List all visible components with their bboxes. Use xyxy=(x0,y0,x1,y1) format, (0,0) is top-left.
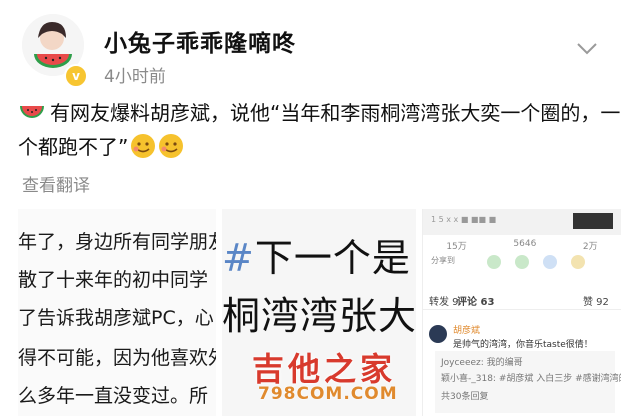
commenter-avatar xyxy=(429,325,447,343)
image-headline-2: 桐湾湾张大 xyxy=(222,294,416,338)
tab-like: 赞 92 xyxy=(583,297,609,308)
watermelon-emoji-icon xyxy=(20,106,44,118)
post-image-1[interactable]: 年了，身边所有同学朋友 散了十来年的初中同学 了告诉我胡彦斌PC，心 得不可能，… xyxy=(18,209,216,416)
share-label: 分享到 xyxy=(431,256,455,265)
commenter-name: 胡彦斌 xyxy=(453,326,481,336)
share-icons: 分享到 xyxy=(423,253,621,273)
post-time: 4小时前 xyxy=(104,67,166,87)
image-headline-1-text: 下一个是 xyxy=(254,236,411,280)
image-text-line: 么多年一直没变过。所 xyxy=(18,385,209,407)
comment-count: 5646 xyxy=(513,239,537,249)
wechat-icon xyxy=(487,255,501,269)
screenshot-stats: 15万 5646 2万 xyxy=(423,239,621,252)
username[interactable]: 小兔子乖乖隆嘀咚 xyxy=(104,24,296,58)
repost-count: 15万 xyxy=(446,242,467,252)
screenshot-logo xyxy=(573,213,613,229)
comment-text: 是帅气的湾湾，你音乐taste很倩！ xyxy=(453,340,593,350)
reply-box: Joyceeez: 我的编哥 颖小喜-_318: #胡彦斌 入白三步 #感谢湾湾… xyxy=(435,351,621,413)
grinning-emoji-icon xyxy=(131,134,156,158)
tab-comment: 评论 63 xyxy=(457,297,495,308)
image-text-line: 散了十来年的初中同学 xyxy=(18,269,209,291)
reply-line: Joyceeez: 我的编哥 xyxy=(441,358,523,368)
watermark-url: 798COM.COM xyxy=(258,384,398,404)
verified-badge-icon: v xyxy=(64,64,88,88)
translate-link[interactable]: 查看翻译 xyxy=(22,171,90,196)
qzone-icon xyxy=(571,255,585,269)
screenshot-tabs: 转发 9 评论 63 赞 92 xyxy=(423,289,621,310)
image-headline-1: #下一个是 xyxy=(222,227,411,282)
grinning-emoji-icon xyxy=(159,134,184,158)
image-text-line: 得不可能，因为他喜欢外 xyxy=(18,347,216,369)
post-image-3[interactable]: 1 5 x x ■ ■■ ■ 15万 5646 2万 分享到 转发 9 评论 6… xyxy=(422,209,621,416)
moments-icon xyxy=(515,255,529,269)
qq-icon xyxy=(543,255,557,269)
post-text: 有网友爆料胡彦斌，说他“当年和李雨桐湾湾张大奕一个圈的，一个都跑不了” xyxy=(18,96,628,164)
like-count: 2万 xyxy=(582,242,598,252)
image-text-line: 了告诉我胡彦斌PC，心 xyxy=(18,307,214,329)
image-text-line: 年了，身边所有同学朋友 xyxy=(18,231,216,253)
tab-repost: 转发 9 xyxy=(429,297,459,308)
chevron-down-icon[interactable] xyxy=(576,42,598,56)
post-body: 有网友爆料胡彦斌，说他“当年和李雨桐湾湾张大奕一个圈的，一个都跑不了” xyxy=(18,101,621,159)
screenshot-header: 1 5 x x ■ ■■ ■ xyxy=(423,209,621,235)
reply-line: 共30条回复 xyxy=(441,392,489,402)
reply-line: 颖小喜-_318: #胡彦斌 入白三步 #感谢湾湾的支持 xyxy=(441,374,621,384)
screenshot-header-text: 1 5 x x ■ ■■ ■ xyxy=(431,215,497,224)
hashtag-symbol: # xyxy=(222,236,255,280)
